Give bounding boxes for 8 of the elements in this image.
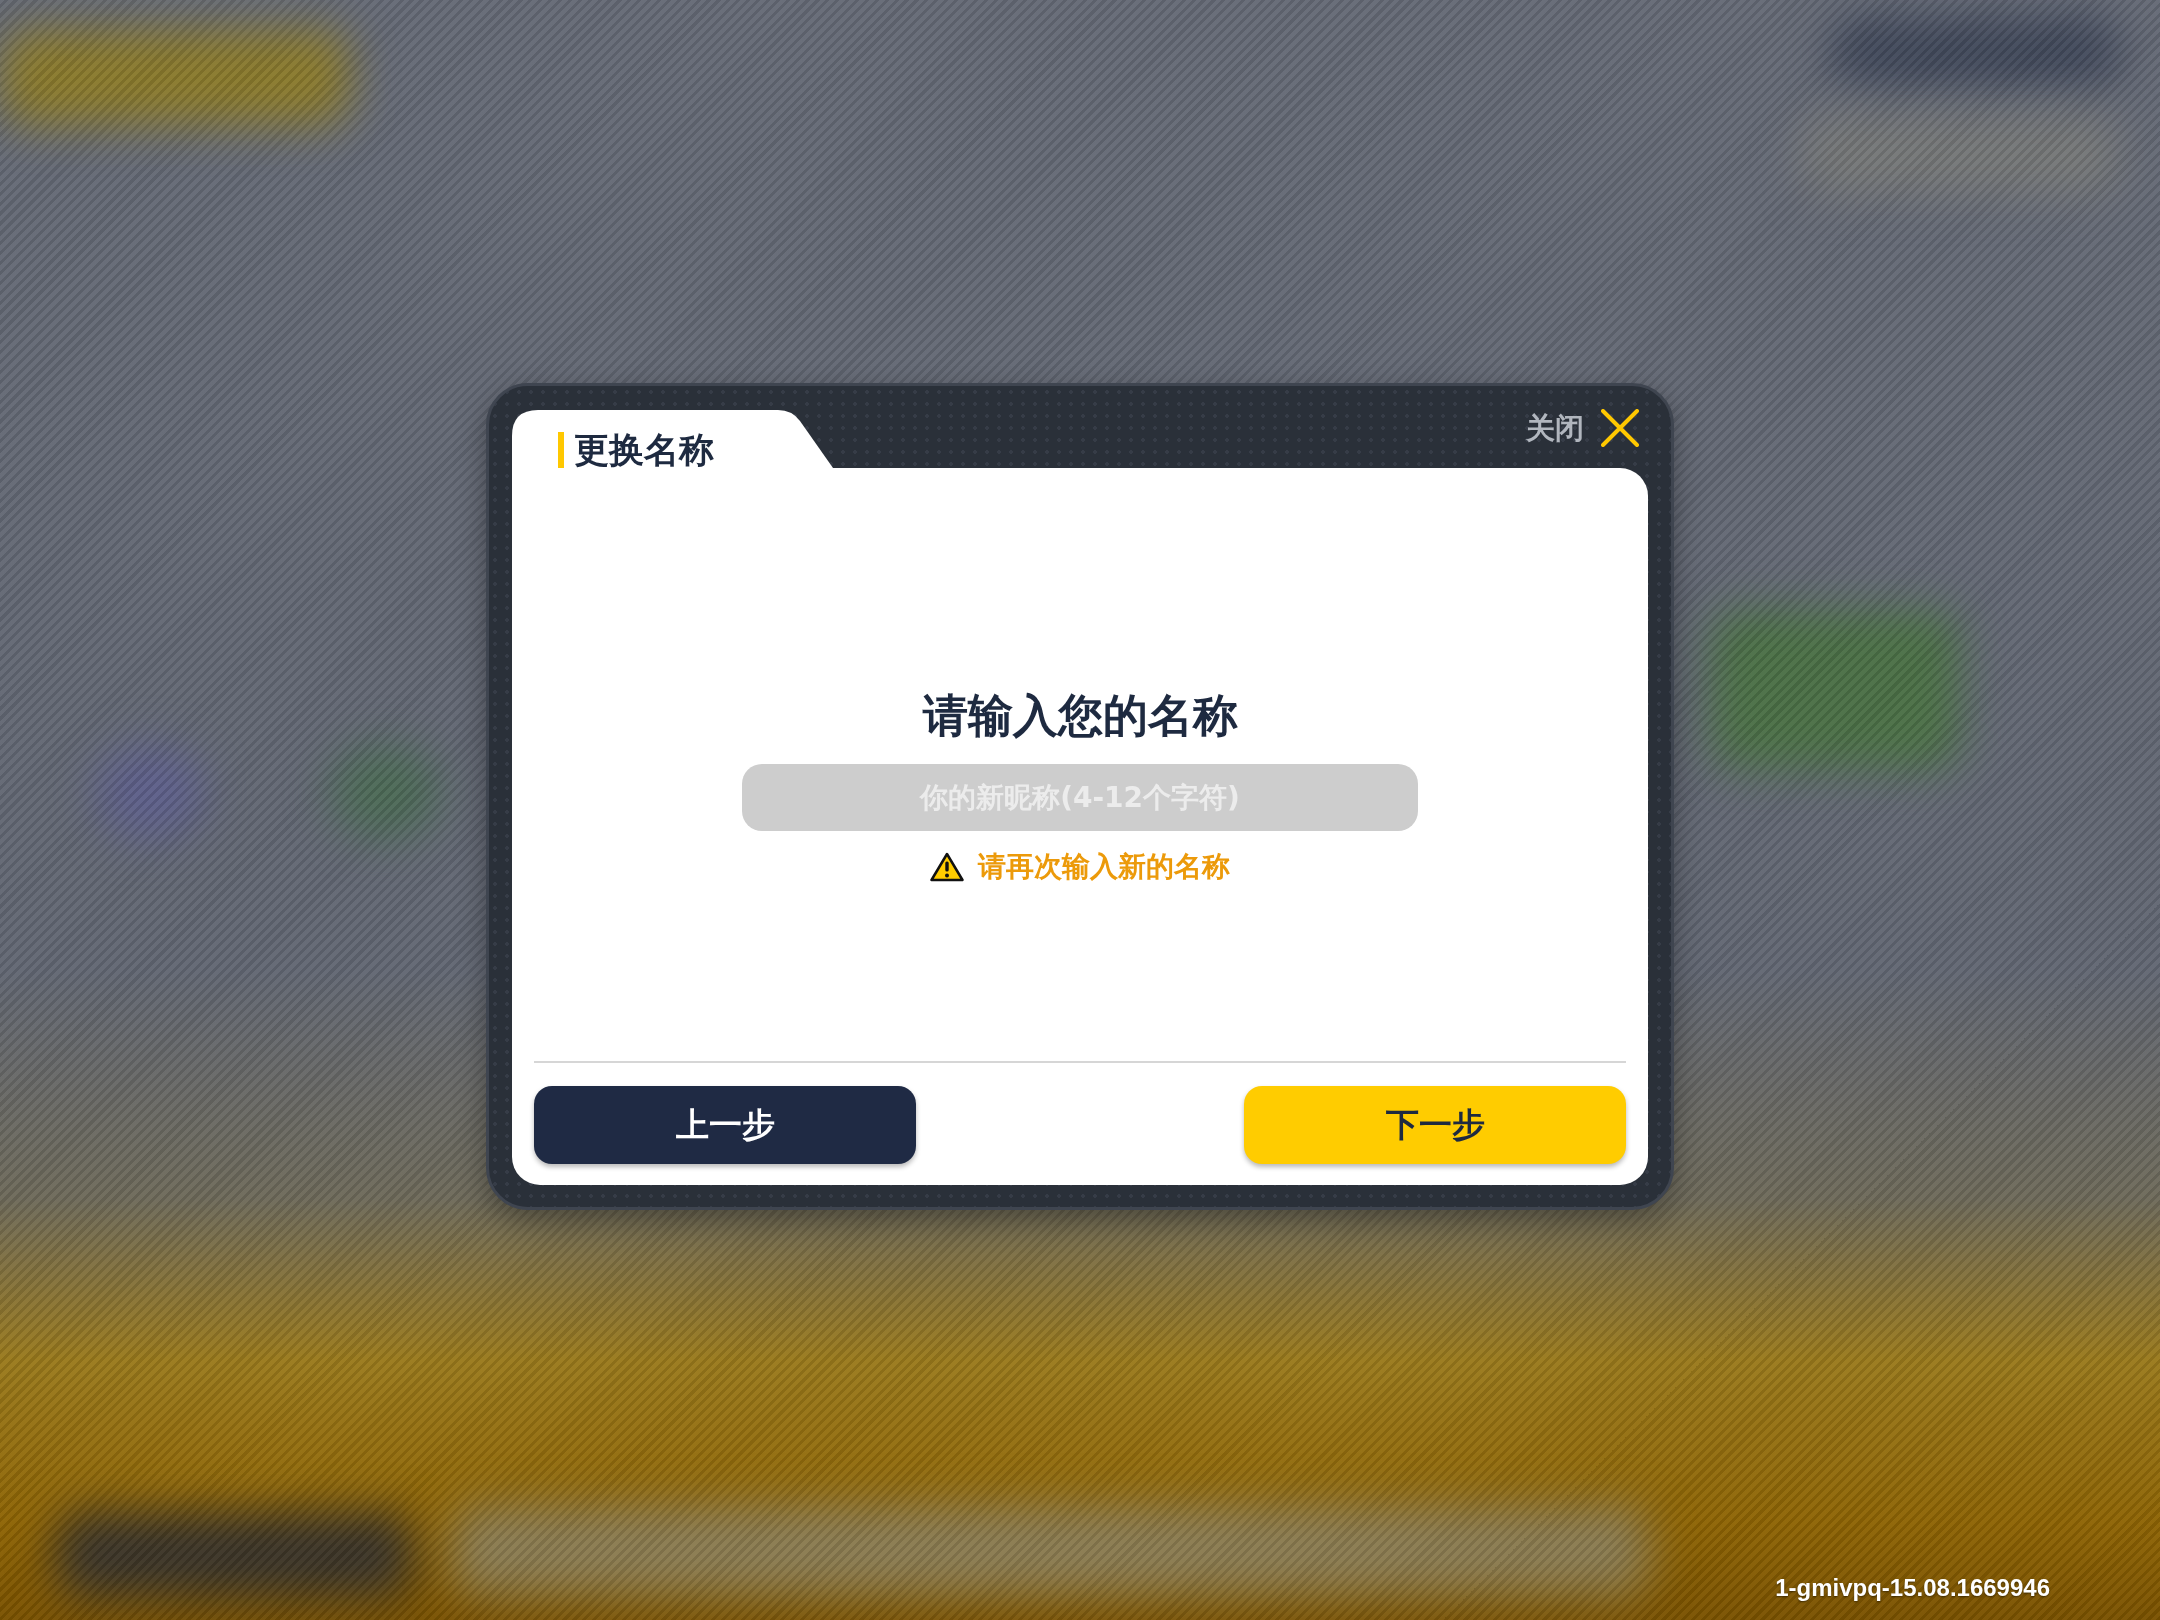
step-button[interactable]: 上一步: [534, 1086, 916, 1164]
version-label: 1-gmivpq-15.08.1669946: [1775, 1573, 2050, 1603]
prompt-heading: 请输入您的名称: [922, 688, 1238, 743]
close-button[interactable]: 关闭: [1526, 409, 1639, 447]
step-button[interactable]: 下一步: [1244, 1086, 1626, 1164]
warning-icon: [930, 852, 964, 882]
warning-text: 请再次输入新的名称: [978, 849, 1230, 885]
close-icon: [1601, 409, 1639, 447]
